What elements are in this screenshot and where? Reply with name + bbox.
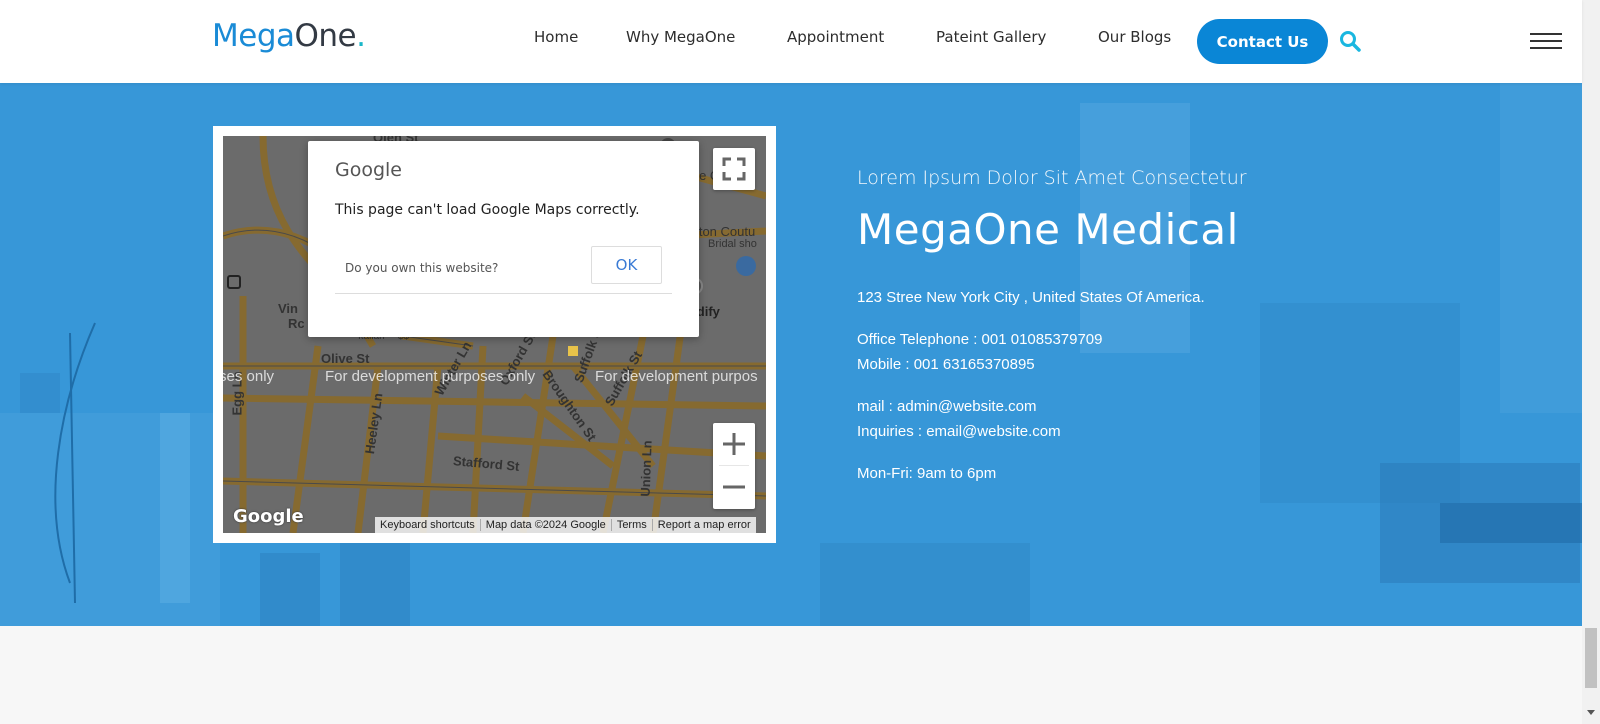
- inquiries-email: Inquiries : email@website.com: [857, 423, 1061, 440]
- fullscreen-icon: [722, 157, 746, 181]
- logo-mega: Mega: [212, 18, 295, 54]
- tagline: Lorem Ipsum Dolor Sit Amet Consectetur: [857, 167, 1247, 189]
- dialog-ok-button[interactable]: OK: [591, 246, 662, 284]
- street-label: Union Ln: [637, 440, 655, 497]
- section-title: MegaOne Medical: [857, 205, 1239, 254]
- hamburger-menu-icon[interactable]: [1530, 33, 1562, 51]
- map-data-label: Map data ©2024 Google: [479, 519, 611, 531]
- street-label: Rc: [288, 316, 305, 331]
- street-label: Vin: [278, 301, 298, 316]
- google-map[interactable]: Olive St Stafford St Heeley Ln Union Ln …: [223, 136, 766, 533]
- mail-address: mail : admin@website.com: [857, 398, 1037, 415]
- search-icon[interactable]: [1339, 30, 1361, 52]
- dev-purposes-watermark: ses only: [223, 368, 275, 385]
- logo-dot: .: [356, 18, 366, 54]
- fullscreen-button[interactable]: [713, 148, 755, 190]
- map-attribution: Keyboard shortcuts Map data ©2024 Google…: [375, 517, 756, 533]
- office-telephone: Office Telephone : 001 01085379709: [857, 331, 1103, 348]
- zoom-out-button[interactable]: [713, 466, 755, 508]
- zoom-control: [713, 423, 755, 509]
- zoom-in-button[interactable]: [713, 423, 755, 465]
- dev-purposes-watermark: For development purpos: [595, 368, 758, 385]
- logo[interactable]: MegaOne.: [212, 18, 366, 54]
- logo-one: One: [294, 18, 357, 54]
- dialog-divider: [335, 293, 672, 294]
- dialog-message: This page can't load Google Maps correct…: [335, 202, 640, 218]
- site-header: MegaOne. Home Why MegaOne Appointment Pa…: [0, 0, 1582, 83]
- own-website-link[interactable]: Do you own this website?: [345, 261, 498, 275]
- scrollbar-thumb[interactable]: [1585, 628, 1597, 688]
- terms-link[interactable]: Terms: [610, 519, 652, 531]
- contact-us-button[interactable]: Contact Us: [1197, 19, 1328, 64]
- contact-section: Olive St Stafford St Heeley Ln Union Ln …: [0, 83, 1582, 626]
- nav-our-blogs[interactable]: Our Blogs: [1098, 28, 1171, 46]
- nav-appointment[interactable]: Appointment: [787, 28, 884, 46]
- report-map-error-link[interactable]: Report a map error: [651, 519, 756, 531]
- plus-icon: [723, 433, 745, 455]
- minus-icon: [723, 485, 745, 489]
- poi-label: Bridal sho: [708, 238, 757, 250]
- scroll-down-arrow-icon[interactable]: [1587, 710, 1595, 715]
- dialog-google-logo: Google: [335, 159, 403, 181]
- nav-why-megaone[interactable]: Why MegaOne: [626, 28, 735, 46]
- maps-error-dialog: Google This page can't load Google Maps …: [308, 141, 699, 337]
- page-scrollbar[interactable]: [1582, 0, 1600, 724]
- keyboard-shortcuts-link[interactable]: Keyboard shortcuts: [375, 519, 480, 531]
- map-frame: Olive St Stafford St Heeley Ln Union Ln …: [213, 126, 776, 543]
- google-logo[interactable]: Google: [233, 506, 304, 527]
- nav-home[interactable]: Home: [534, 28, 578, 46]
- street-label: Olive St: [321, 351, 370, 366]
- nav-patient-gallery[interactable]: Pateint Gallery: [936, 28, 1046, 46]
- dev-purposes-watermark: For development purposes only: [325, 368, 536, 385]
- business-hours: Mon-Fri: 9am to 6pm: [857, 465, 997, 482]
- mobile-number: Mobile : 001 63165370895: [857, 356, 1035, 373]
- address: 123 Stree New York City , United States …: [857, 289, 1205, 306]
